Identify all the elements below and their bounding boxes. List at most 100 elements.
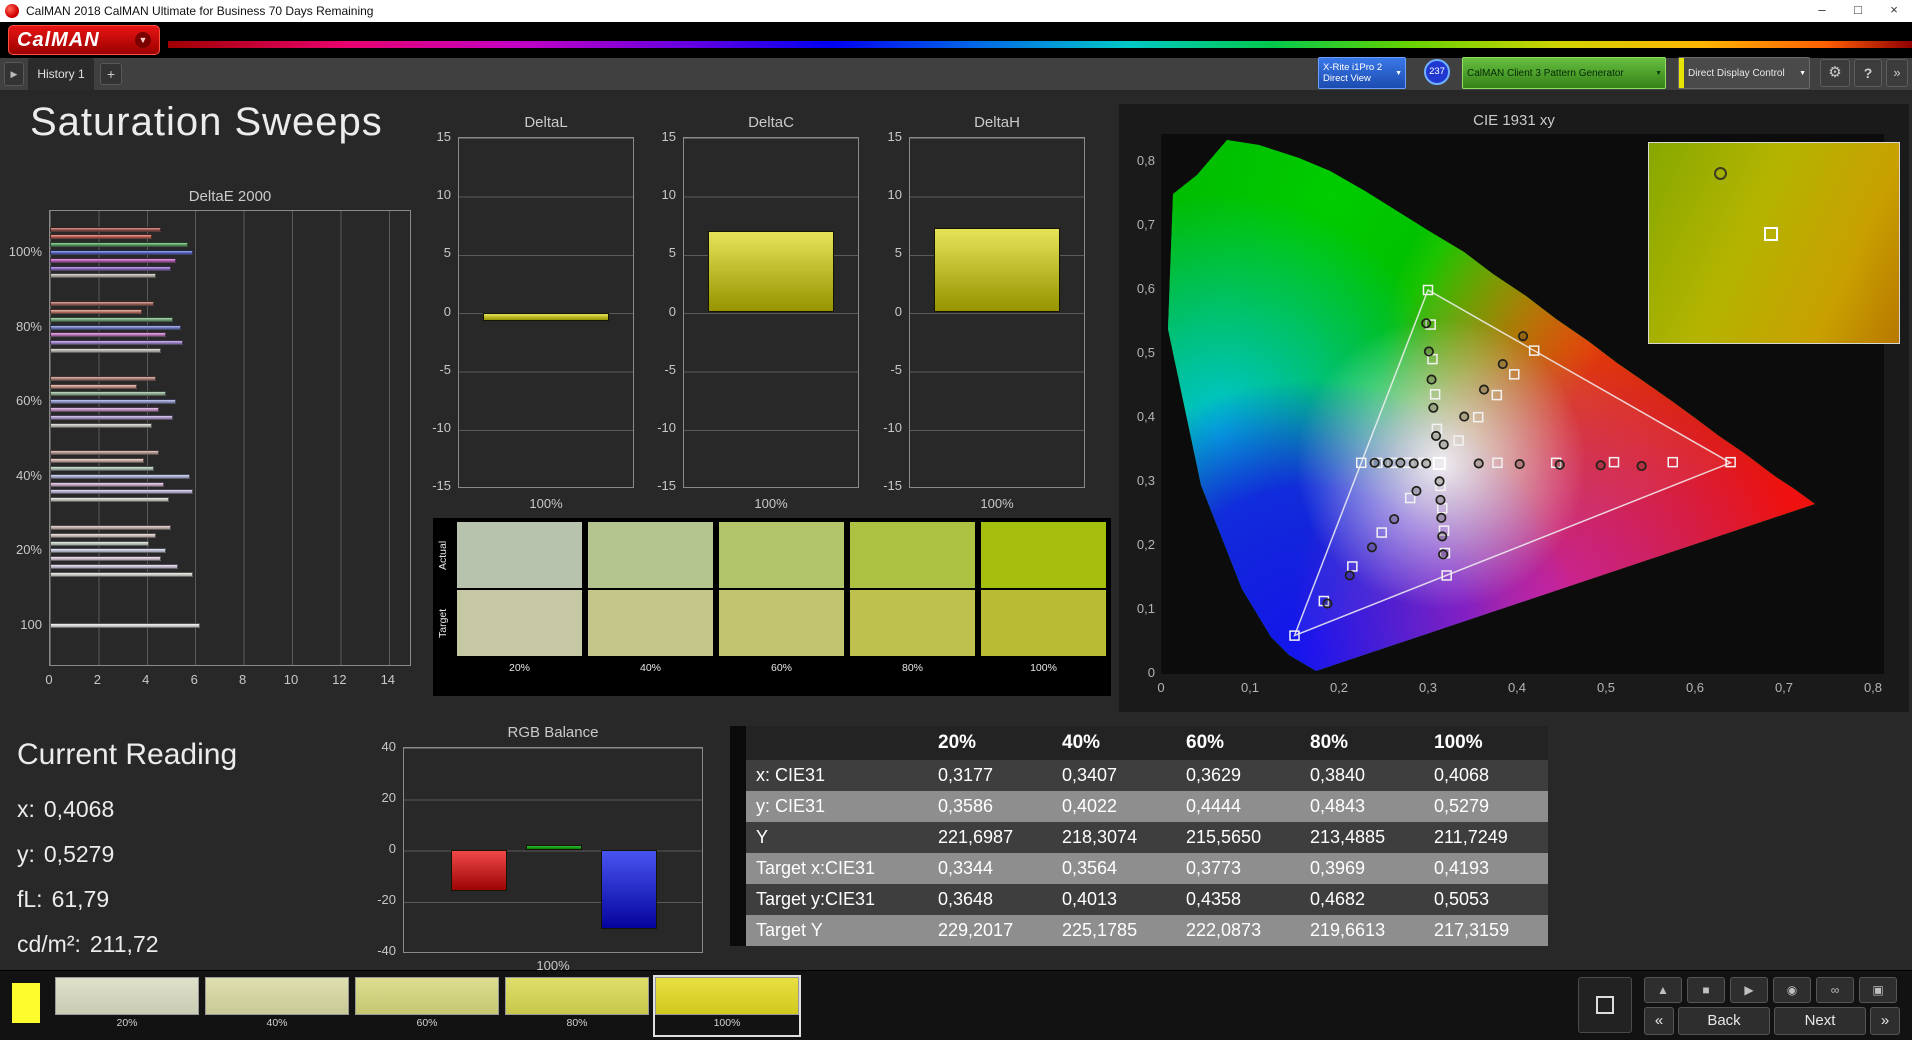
deltae-bar — [50, 489, 193, 495]
table-cell: Target x:CIE31 — [756, 858, 876, 878]
table-header-row: 20% 40% 60% 80% 100% — [730, 726, 1548, 760]
next-button[interactable]: Next — [1774, 1007, 1866, 1035]
maximize-button[interactable]: □ — [1840, 0, 1876, 22]
eject-button[interactable]: ▲ — [1644, 977, 1682, 1003]
deltae-bar — [50, 301, 155, 307]
deltae-plot — [49, 210, 411, 666]
axis-tick-label: 40% — [15, 467, 42, 483]
rgb-plot — [403, 747, 703, 953]
meter-connection-button[interactable]: X-Rite i1Pro 2 Direct View ▼ — [1318, 57, 1406, 89]
next-chevron-button[interactable]: » — [1870, 1007, 1900, 1035]
deltae-bar — [50, 556, 162, 562]
loop-button[interactable]: ∞ — [1816, 977, 1854, 1003]
display-connection-button[interactable]: Direct Display Control ▼ — [1678, 57, 1810, 89]
chevron-down-icon: ▼ — [1799, 69, 1806, 77]
axis-tick-label: 4 — [142, 672, 150, 687]
table-header-cell: 80% — [1310, 732, 1349, 753]
back-chevron-button[interactable]: « — [1644, 1007, 1674, 1035]
axis-tick-label: 0,2 — [1329, 680, 1349, 695]
target-swatch-40% — [588, 590, 713, 656]
layout-button[interactable] — [1578, 977, 1632, 1033]
cie-measured-point — [1437, 531, 1448, 542]
stop-button[interactable]: ■ — [1687, 977, 1725, 1003]
patch-label: 20% — [116, 1017, 138, 1029]
table-gutter-cell — [730, 726, 746, 760]
table-cell: 218,3074 — [1062, 827, 1138, 847]
cie-measured-point — [1382, 457, 1393, 468]
deltae-bar — [50, 242, 188, 248]
axis-tick-label: 5 — [443, 245, 451, 261]
table-cell: 229,2017 — [938, 920, 1014, 940]
cie-measured-point — [1426, 374, 1437, 385]
panel-expand-button[interactable]: » — [1886, 59, 1908, 87]
cie-measured-point — [1554, 459, 1565, 470]
axis-tick-label: 14 — [380, 672, 396, 687]
cie-measured-point — [1369, 457, 1380, 468]
add-tab-button[interactable]: + — [100, 63, 122, 85]
meter-count-badge[interactable]: 237 — [1424, 59, 1450, 85]
table-cell: 215,5650 — [1186, 827, 1262, 847]
table-cell: 0,3969 — [1310, 858, 1366, 878]
target-swatch-20% — [457, 590, 582, 656]
window-controls: – □ × — [1804, 0, 1912, 22]
deltae-bar — [50, 473, 191, 479]
reading-value: 61,79 — [51, 886, 110, 912]
patch-button-100%[interactable]: 100% — [655, 977, 799, 1035]
axis-tick-label: 100% — [8, 244, 42, 259]
table-cell: Target y:CIE31 — [756, 889, 876, 909]
chart-title: RGB Balance — [507, 724, 599, 741]
color-checker-column: 40% — [588, 518, 713, 692]
target-row-label: Target — [437, 608, 449, 638]
capture-button[interactable]: ◉ — [1773, 977, 1811, 1003]
axis-tick-label: 0,3 — [1418, 680, 1438, 695]
table-cell: Target Y — [756, 920, 823, 940]
bottom-bar: 20% 40% 60% 80% 100% ▲ ■ ▶ ◉ ∞ ▣ « Back Next » — [0, 970, 1912, 1040]
display-label: Direct Display Control — [1688, 67, 1785, 79]
tab-scroll-button[interactable]: ▶ — [4, 62, 24, 86]
table-cell: x: CIE31 — [756, 765, 826, 785]
table-row: x: CIE31 0,3177 0,3407 0,3629 0,3840 0,4068 — [730, 760, 1548, 791]
play-button[interactable]: ▶ — [1730, 977, 1768, 1003]
reading-label: fL: — [17, 886, 43, 912]
patch-button-20%[interactable]: 20% — [55, 977, 199, 1035]
calman-logo-menu[interactable]: CalMAN ▼ — [8, 25, 160, 55]
patch-button-40%[interactable]: 40% — [205, 977, 349, 1035]
layout-button[interactable]: ▣ — [1859, 977, 1897, 1003]
axis-tick-label: 8 — [238, 672, 247, 687]
minimize-button[interactable]: – — [1804, 0, 1840, 22]
deltae-bar — [50, 273, 157, 279]
patch-button-80%[interactable]: 80% — [505, 977, 649, 1035]
table-row: Target y:CIE31 0,3648 0,4013 0,4358 0,4682 0,… — [730, 884, 1548, 915]
reading-value: 211,72 — [89, 931, 159, 957]
chevron-down-icon: ▼ — [1395, 69, 1402, 77]
table-header-cell: 40% — [1062, 732, 1101, 753]
source-connection-button[interactable]: CalMAN Client 3 Pattern Generator ▼ — [1462, 57, 1666, 89]
calman-window: CalMAN 2018 CalMAN Ultimate for Business… — [0, 0, 1912, 1040]
axis-tick-label: 0 — [443, 303, 451, 319]
patch-button-60%[interactable]: 60% — [355, 977, 499, 1035]
settings-button[interactable]: ⚙ — [1820, 59, 1850, 87]
deltae-bar — [50, 540, 150, 546]
axis-tick-label: 20 — [381, 790, 396, 805]
table-cell: 211,7249 — [1434, 827, 1508, 847]
back-button[interactable]: Back — [1678, 1007, 1770, 1035]
close-button[interactable]: × — [1876, 0, 1912, 22]
tab-history-1[interactable]: History 1 — [28, 58, 94, 90]
cie-measured-point — [1459, 411, 1470, 422]
reading-label: x: — [17, 796, 35, 822]
red-balance-bar — [451, 850, 507, 891]
table-cell: 217,3159 — [1434, 920, 1510, 940]
window-title: CalMAN 2018 CalMAN Ultimate for Business… — [26, 4, 374, 18]
axis-tick-label: 12 — [332, 672, 347, 687]
axis-tick-label: 20% — [15, 542, 42, 558]
table-cell: y: CIE31 — [756, 796, 826, 816]
cie-measured-point — [1408, 458, 1419, 469]
table-cell: 0,4193 — [1434, 858, 1490, 878]
table-cell: 0,4013 — [1062, 889, 1118, 909]
cie-measured-point — [1518, 331, 1529, 342]
delta-bar — [708, 231, 834, 313]
help-button[interactable]: ? — [1854, 59, 1882, 87]
color-checker-column: 100% — [981, 518, 1106, 692]
axis-tick-label: 10 — [283, 672, 299, 687]
window-layout-icon — [1596, 996, 1614, 1014]
